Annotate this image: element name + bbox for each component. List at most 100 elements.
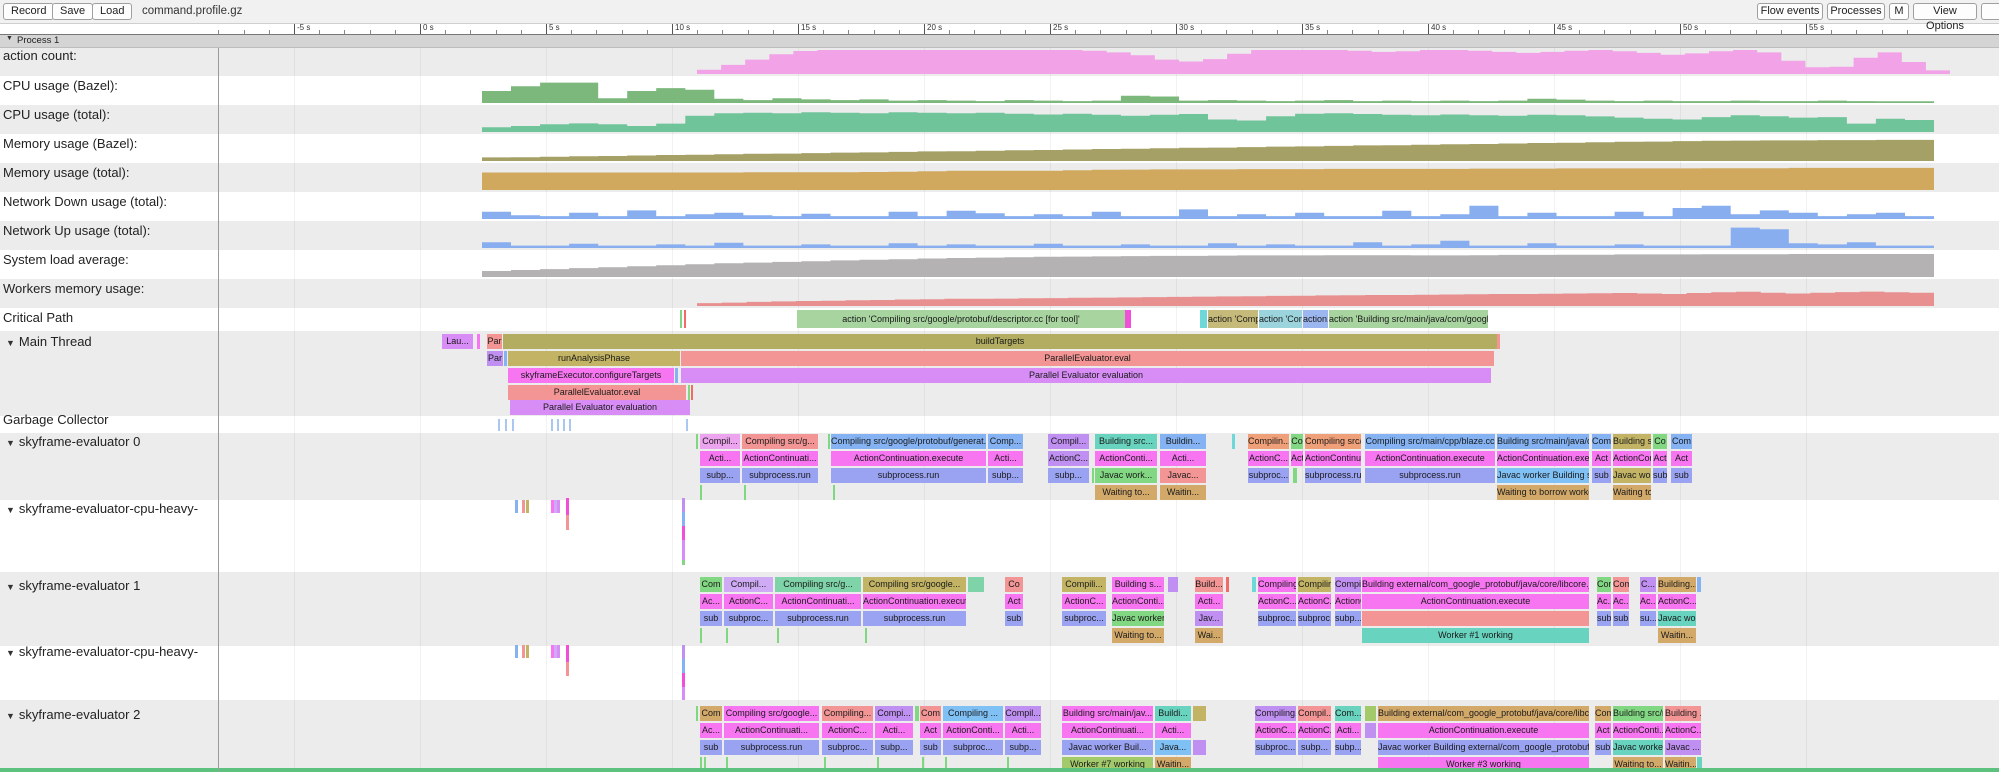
slice[interactable]: ActionC... [1248,451,1289,466]
slice[interactable]: Acti... [1335,723,1361,738]
slice[interactable] [691,385,693,400]
slice[interactable]: subprocess.run [863,611,966,626]
process-header[interactable]: ▼ Process 1 [0,34,1999,48]
slice[interactable]: ActionConti... [1112,594,1164,609]
slice[interactable]: ActionC... [1658,594,1696,609]
counter-chart-network-up-usage-total-[interactable] [482,228,1934,248]
slice[interactable] [700,628,702,643]
slice[interactable]: subp... [1335,740,1361,755]
slice[interactable]: subproc... [1258,611,1296,626]
slice[interactable]: Ac... [1597,594,1611,609]
slice[interactable]: ActionConti... [1613,723,1663,738]
slice[interactable]: Co [1291,434,1303,449]
counter-chart-cpu-usage-bazel-[interactable] [482,83,1934,103]
slice[interactable]: Compiling ... [943,706,1003,721]
slice[interactable]: Wai... [1195,628,1223,643]
slice[interactable]: Javac worker Building external/com_googl… [1378,740,1589,755]
track-label-expandable[interactable]: ▼skyframe-evaluator 2 [0,707,140,722]
slice[interactable]: subproc... [1248,468,1289,483]
slice[interactable] [1365,723,1376,738]
slice[interactable]: subproc... [724,611,773,626]
slice[interactable]: Par [487,351,503,366]
slice[interactable] [828,434,830,449]
slice[interactable]: Compiling src/google... [863,577,966,592]
slice[interactable]: ActionC... [724,594,773,609]
slice[interactable]: Com... [1335,706,1361,721]
slice[interactable]: action 'Compili... [1259,310,1302,328]
slice[interactable]: Compil... [1298,706,1331,721]
slice[interactable]: Act [920,723,941,738]
cpu-heavy-event-mark[interactable] [557,500,560,513]
counter-chart-workers-memory-usage[interactable] [697,292,1934,306]
slice[interactable]: Building src/ma... [1613,706,1663,721]
disclosure-triangle-icon[interactable]: ▼ [0,505,15,515]
slice[interactable]: Javac work... [1095,468,1157,483]
slice[interactable] [777,628,779,643]
flow-events-button[interactable]: Flow events [1757,3,1823,20]
counter-chart-memory-usage-bazel-[interactable] [482,140,1934,161]
slice[interactable]: sub [1005,611,1023,626]
slice[interactable]: Compiling src/core/... [1305,434,1361,449]
slice[interactable]: Worker #1 working [1362,628,1589,643]
slice[interactable]: Comp... [988,434,1023,449]
slice[interactable] [1362,611,1589,626]
time-ruler[interactable]: -5 s0 s5 s10 s15 s20 s25 s30 s35 s40 s45… [0,23,1999,35]
slice[interactable]: subprocess.run [742,468,818,483]
slice[interactable] [1293,468,1297,483]
slice[interactable]: Compiling... [822,706,873,721]
slice[interactable]: Javac worker... [1613,740,1663,755]
gc-event-tick[interactable] [498,419,500,431]
track-label[interactable]: CPU usage (total): [0,107,110,122]
slice[interactable]: ParallelEvaluator.eval [681,351,1494,366]
cpu-heavy-event-mark[interactable] [566,662,569,676]
track-label[interactable]: action count: [0,48,77,63]
slice[interactable]: Com [1671,434,1692,449]
slice[interactable]: Co [1005,577,1023,592]
cpu-heavy-event-mark[interactable] [682,540,685,560]
slice[interactable]: Javac worker... [1112,611,1164,626]
slice[interactable]: ActionC... [1335,594,1361,609]
slice[interactable]: Building external/com_google_protobuf/ja… [1362,577,1589,592]
disclosure-triangle-icon[interactable]: ▼ [0,582,15,592]
slice[interactable]: Compiling src/google... [724,706,819,721]
slice[interactable]: ActionC... [1048,451,1089,466]
slice[interactable]: subp... [988,468,1023,483]
cpu-heavy-event-mark[interactable] [522,645,525,658]
slice[interactable]: Compiling src/main/cpp/blaze.cc [1365,434,1495,449]
disclosure-triangle-icon[interactable]: ▼ [0,711,15,721]
slice[interactable]: Com [1592,434,1611,449]
disclosure-triangle-icon[interactable]: ▼ [0,648,15,658]
cpu-heavy-event-mark[interactable] [682,687,685,700]
cpu-heavy-event-mark[interactable] [526,645,529,658]
counter-chart-cpu-usage-total-[interactable] [482,112,1934,132]
slice[interactable]: Compil... [700,434,740,449]
slice[interactable]: Waitin... [1160,485,1206,500]
track-label[interactable]: Critical Path [0,310,73,325]
slice[interactable]: Javac worker Buil... [1062,740,1153,755]
slice[interactable] [1200,310,1207,328]
track-label-expandable[interactable]: ▼Main Thread [0,334,92,349]
slice[interactable]: Building external/com_google_protobuf/ja… [1378,706,1589,721]
slice[interactable] [726,628,728,643]
slice[interactable]: Act [1592,451,1611,466]
gc-event-tick[interactable] [686,419,688,431]
slice[interactable]: Lau... [442,334,473,349]
slice[interactable]: Acti... [1005,723,1041,738]
slice[interactable]: subproc... [1255,740,1296,755]
slice[interactable]: Compiling src/google/protobuf/generat... [831,434,986,449]
slice[interactable] [504,351,507,366]
slice[interactable]: Compili... [1062,577,1106,592]
slice[interactable]: ActionC... [1298,723,1331,738]
slice[interactable]: Acti... [1195,594,1223,609]
slice[interactable]: Compiling src/g... [742,434,818,449]
slice[interactable]: Compilin... [1298,577,1331,592]
slice[interactable]: Ac... [1613,594,1629,609]
slice[interactable]: sub [1671,468,1692,483]
slice[interactable]: Act [1671,451,1692,466]
slice[interactable]: ActionC... [1258,594,1296,609]
slice[interactable]: Compiling... [1255,706,1296,721]
slice[interactable]: ActionContinuati... [1305,451,1361,466]
slice[interactable]: Co [1653,434,1667,449]
cpu-heavy-event-mark[interactable] [526,500,529,513]
slice[interactable]: Javac... [1160,468,1206,483]
